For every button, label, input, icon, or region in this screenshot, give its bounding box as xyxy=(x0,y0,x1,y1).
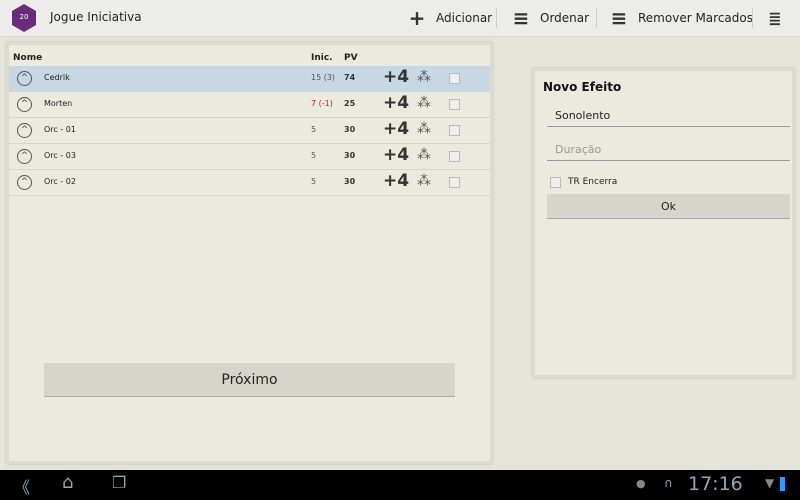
plus-icon: + xyxy=(408,6,426,30)
app-title: Jogue Iniciativa xyxy=(50,10,142,24)
table-row[interactable]: ^ Orc - 02 5 30 +4 ⁂ xyxy=(9,170,490,196)
overflow-menu-button[interactable]: ≣ xyxy=(764,6,786,30)
initiative-list-panel: Nome Inic. PV ^ Cedrik 15 (3) 74 +4 ⁂ ^ … xyxy=(6,42,493,464)
add-label: Adicionar xyxy=(436,11,493,25)
headphones-icon: ∩ xyxy=(664,476,673,490)
effect-name-input[interactable]: Sonolento xyxy=(547,109,790,127)
effect-title: Novo Efeito xyxy=(543,80,622,94)
overflow-menu-icon: ≣ xyxy=(768,8,782,28)
system-bar: 《 ⌂ ❐ ● ∩ 17:16 ▼ xyxy=(0,470,800,500)
sort-button[interactable]: ≡ Ordenar xyxy=(510,6,589,30)
android-icon: ● xyxy=(636,477,646,490)
damage-icon[interactable]: +4 xyxy=(383,145,409,165)
hp-value: 30 xyxy=(344,125,356,134)
move-up-icon[interactable]: ^ xyxy=(17,175,32,190)
back-icon[interactable]: 《 xyxy=(14,474,30,498)
damage-icon[interactable]: +4 xyxy=(383,67,409,87)
move-up-icon[interactable]: ^ xyxy=(17,149,32,164)
new-effect-panel: Novo Efeito Sonolento Duração TR Encerra… xyxy=(532,68,795,378)
clock: 17:16 xyxy=(688,473,743,495)
mark-checkbox[interactable] xyxy=(449,99,460,110)
damage-icon[interactable]: +4 xyxy=(383,171,409,191)
combatant-name: Cedrik xyxy=(44,73,70,82)
damage-icon[interactable]: +4 xyxy=(383,93,409,113)
combatant-name: Orc - 02 xyxy=(44,177,76,186)
table-row[interactable]: ^ Orc - 01 5 30 +4 ⁂ xyxy=(9,118,490,144)
hp-value: 25 xyxy=(344,99,356,108)
add-effect-icon[interactable]: ⁂ xyxy=(417,69,431,85)
add-button[interactable]: + Adicionar xyxy=(406,6,493,30)
combatant-name: Orc - 03 xyxy=(44,151,76,160)
hp-value: 30 xyxy=(344,177,356,186)
add-effect-icon[interactable]: ⁂ xyxy=(417,121,431,137)
hp-value: 74 xyxy=(344,73,356,82)
table-row[interactable]: ^ Morten 7 (-1) 25 +4 ⁂ xyxy=(9,92,490,118)
remove-marked-label: Remover Marcados xyxy=(638,11,753,25)
combatant-name: Orc - 01 xyxy=(44,125,76,134)
mark-checkbox[interactable] xyxy=(449,151,460,162)
d20-logo-icon: 20 xyxy=(12,4,36,32)
initiative-value: 15 (3) xyxy=(311,73,336,82)
move-up-icon[interactable]: ^ xyxy=(17,123,32,138)
divider xyxy=(596,8,597,28)
header-hp: PV xyxy=(344,53,358,63)
add-effect-icon[interactable]: ⁂ xyxy=(417,147,431,163)
add-effect-icon[interactable]: ⁂ xyxy=(417,173,431,189)
table-row[interactable]: ^ Cedrik 15 (3) 74 +4 ⁂ xyxy=(9,66,490,92)
damage-icon[interactable]: +4 xyxy=(383,119,409,139)
initiative-value: 7 (-1) xyxy=(311,99,333,108)
mark-checkbox[interactable] xyxy=(449,73,460,84)
initiative-value: 5 xyxy=(311,125,317,134)
hp-value: 30 xyxy=(344,151,356,160)
header-init: Inic. xyxy=(311,53,333,63)
table-row[interactable]: ^ Orc - 03 5 30 +4 ⁂ xyxy=(9,144,490,170)
sort-icon: ≡ xyxy=(512,6,530,30)
add-effect-icon[interactable]: ⁂ xyxy=(417,95,431,111)
tr-ends-checkbox[interactable] xyxy=(550,177,561,188)
remove-marked-button[interactable]: ≡ Remover Marcados xyxy=(608,6,753,30)
header-name: Nome xyxy=(13,53,43,63)
ok-button[interactable]: Ok xyxy=(547,194,790,219)
combatant-name: Morten xyxy=(44,99,73,108)
next-button[interactable]: Próximo xyxy=(44,363,455,397)
divider xyxy=(752,8,753,28)
duration-input[interactable]: Duração xyxy=(547,143,790,161)
initiative-value: 5 xyxy=(311,151,317,160)
recent-apps-icon[interactable]: ❐ xyxy=(112,473,126,492)
home-icon[interactable]: ⌂ xyxy=(62,472,73,493)
divider xyxy=(496,8,497,28)
mark-checkbox[interactable] xyxy=(449,125,460,136)
action-bar: 20 Jogue Iniciativa + Adicionar ≡ Ordenar … xyxy=(0,0,800,37)
battery-icon xyxy=(780,477,785,491)
remove-marked-icon: ≡ xyxy=(610,6,628,30)
initiative-value: 5 xyxy=(311,177,317,186)
move-up-icon[interactable]: ^ xyxy=(17,97,32,112)
signal-icon: ▼ xyxy=(765,476,775,490)
move-up-icon[interactable]: ^ xyxy=(17,71,32,86)
mark-checkbox[interactable] xyxy=(449,177,460,188)
sort-label: Ordenar xyxy=(540,11,590,25)
tr-ends-label: TR Encerra xyxy=(568,177,618,187)
